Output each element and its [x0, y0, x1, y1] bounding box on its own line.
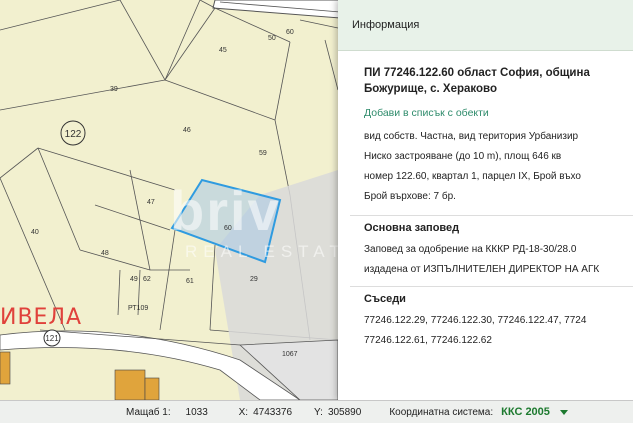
road-small-label: РТ109: [128, 305, 148, 312]
scale-label: Мащаб 1:: [126, 406, 171, 418]
quarter-label: 122: [65, 129, 82, 140]
neighbors-line: 77246.122.61, 77246.122.62: [364, 335, 492, 346]
parcel-number: 39: [110, 86, 118, 93]
parcel-number: 40: [31, 229, 39, 236]
order-line: Заповед за одобрение на КККР РД-18-30/28…: [364, 244, 577, 255]
parcel-number: 61: [186, 278, 194, 285]
crs-label: Координатна система:: [389, 406, 494, 418]
neighbors-list: 77246.122.29, 77246.122.30, 77246.122.47…: [364, 311, 633, 351]
x-coord-value: 4743376: [253, 406, 293, 418]
description-line: Брой върхове: 7 бр.: [364, 191, 456, 202]
parcel-number: 48: [101, 250, 109, 257]
panel-title: Информация: [352, 19, 420, 31]
map-place-label: ИВЕЛА: [0, 305, 83, 330]
description-line: вид собств. Частна, вид територия Урбани…: [364, 131, 579, 142]
add-to-list-link[interactable]: Добави в списък с обекти: [364, 107, 633, 119]
x-coord-label: X:: [238, 406, 249, 418]
order-line: издадена от ИЗПЪЛНИТЕЛЕН ДИРЕКТОР НА АГК: [364, 264, 600, 275]
parcel-number: 29: [250, 276, 258, 283]
parcel-number: 60: [286, 29, 294, 36]
scale-value[interactable]: 1033: [175, 407, 219, 418]
parcel-number: 60: [224, 225, 232, 232]
parcel-number: 1067: [282, 351, 298, 358]
chevron-down-icon: [559, 409, 568, 415]
y-coord-value: 305890: [327, 406, 362, 418]
parcel-title: ПИ 77246.122.60 област София, община Бож…: [364, 67, 590, 95]
crs-value: ККС 2005: [501, 406, 550, 418]
neighbors-line: 77246.122.29, 77246.122.30, 77246.122.47…: [364, 315, 587, 326]
parcel-number: 49: [130, 276, 138, 283]
parcel-number: 59: [259, 150, 267, 157]
parcel-description: вид собств. Частна, вид територия Урбани…: [364, 127, 633, 207]
road-label: 121: [45, 334, 59, 343]
parcel-number: 46: [183, 127, 191, 134]
parcel-number: 50: [268, 35, 276, 42]
parcel-number: 47: [147, 199, 155, 206]
parcel-number: 45: [219, 47, 227, 54]
neighbors-section-title: Съседи: [350, 286, 633, 311]
order-text: Заповед за одобрение на КККР РД-18-30/28…: [364, 240, 633, 280]
description-line: номер 122.60, квартал 1, парцел IX, Брой…: [364, 171, 581, 182]
y-coord-label: Y:: [314, 406, 323, 418]
info-panel: Информация ПИ 77246.122.60 област София,…: [338, 0, 633, 400]
parcel-number: 62: [143, 276, 151, 283]
description-line: Ниско застрояване (до 10 m), площ 646 кв: [364, 151, 562, 162]
order-section-title: Основна заповед: [350, 215, 633, 240]
status-bar: Мащаб 1: 1033 X: 4743376 Y: 305890 Коорд…: [0, 400, 633, 423]
panel-header: Информация: [338, 0, 633, 51]
crs-select[interactable]: ККС 2005: [501, 406, 568, 418]
